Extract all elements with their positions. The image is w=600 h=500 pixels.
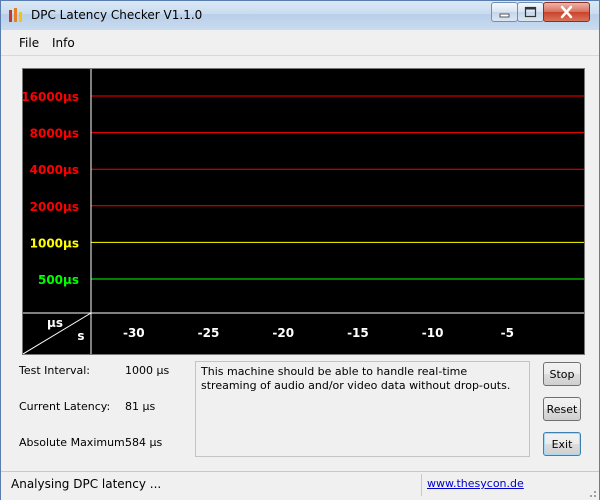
status-message-box: This machine should be able to handle re… <box>195 361 530 457</box>
maximize-icon <box>524 6 537 18</box>
stop-button[interactable]: Stop <box>543 362 581 386</box>
exit-button[interactable]: Exit <box>543 432 581 456</box>
x-tick-label: -25 <box>198 326 220 340</box>
y-tick-label: 8000µs <box>30 127 79 141</box>
website-link[interactable]: www.thesycon.de <box>427 477 524 490</box>
absolute-maximum-label: Absolute Maximum: <box>19 436 129 449</box>
app-icon <box>9 8 22 22</box>
y-tick-label: 1000µs <box>30 236 79 250</box>
y-tick-label: 2000µs <box>30 200 79 214</box>
close-icon <box>560 5 573 19</box>
close-button[interactable] <box>543 2 590 22</box>
menu-file[interactable]: File <box>19 36 39 50</box>
reset-button[interactable]: Reset <box>543 397 581 421</box>
status-divider <box>421 474 422 496</box>
test-interval-label: Test Interval: <box>19 364 90 377</box>
window-title: DPC Latency Checker V1.1.0 <box>31 8 203 22</box>
current-latency-label: Current Latency: <box>19 400 111 413</box>
menu-info[interactable]: Info <box>52 36 75 50</box>
y-tick-label: 500µs <box>38 273 79 287</box>
resize-grip-icon[interactable] <box>587 488 597 498</box>
latency-chart-svg: 16000µs8000µs4000µs2000µs1000µs500µs µs … <box>23 69 584 354</box>
y-tick-label: 4000µs <box>30 163 79 177</box>
x-tick-label: -20 <box>272 326 294 340</box>
minimize-button[interactable] <box>491 2 518 22</box>
title-bar[interactable]: DPC Latency Checker V1.1.0 <box>1 1 599 30</box>
latency-chart: 16000µs 8000µs 4000µs 2000µs 1000µs 500µs µs … <box>22 68 585 355</box>
y-tick-label: 16000µs <box>23 90 79 104</box>
current-latency-value: 81 µs <box>125 400 156 413</box>
x-tick-label: -15 <box>347 326 369 340</box>
status-text: Analysing DPC latency ... <box>11 477 162 491</box>
y-unit-label: µs <box>47 316 63 330</box>
x-tick-label: -30 <box>123 326 145 340</box>
menu-bar: File Info <box>1 31 599 56</box>
x-unit-label: s <box>77 329 84 343</box>
status-bar: Analysing DPC latency ... www.thesycon.d… <box>1 471 599 500</box>
x-tick-label: -5 <box>501 326 514 340</box>
absolute-maximum-value: 584 µs <box>125 436 163 449</box>
app-window: DPC Latency Checker V1.1.0 File Info 160… <box>0 0 600 500</box>
test-interval-value: 1000 µs <box>125 364 170 377</box>
x-tick-label: -10 <box>422 326 444 340</box>
minimize-icon <box>499 13 510 18</box>
maximize-button[interactable] <box>517 2 544 22</box>
